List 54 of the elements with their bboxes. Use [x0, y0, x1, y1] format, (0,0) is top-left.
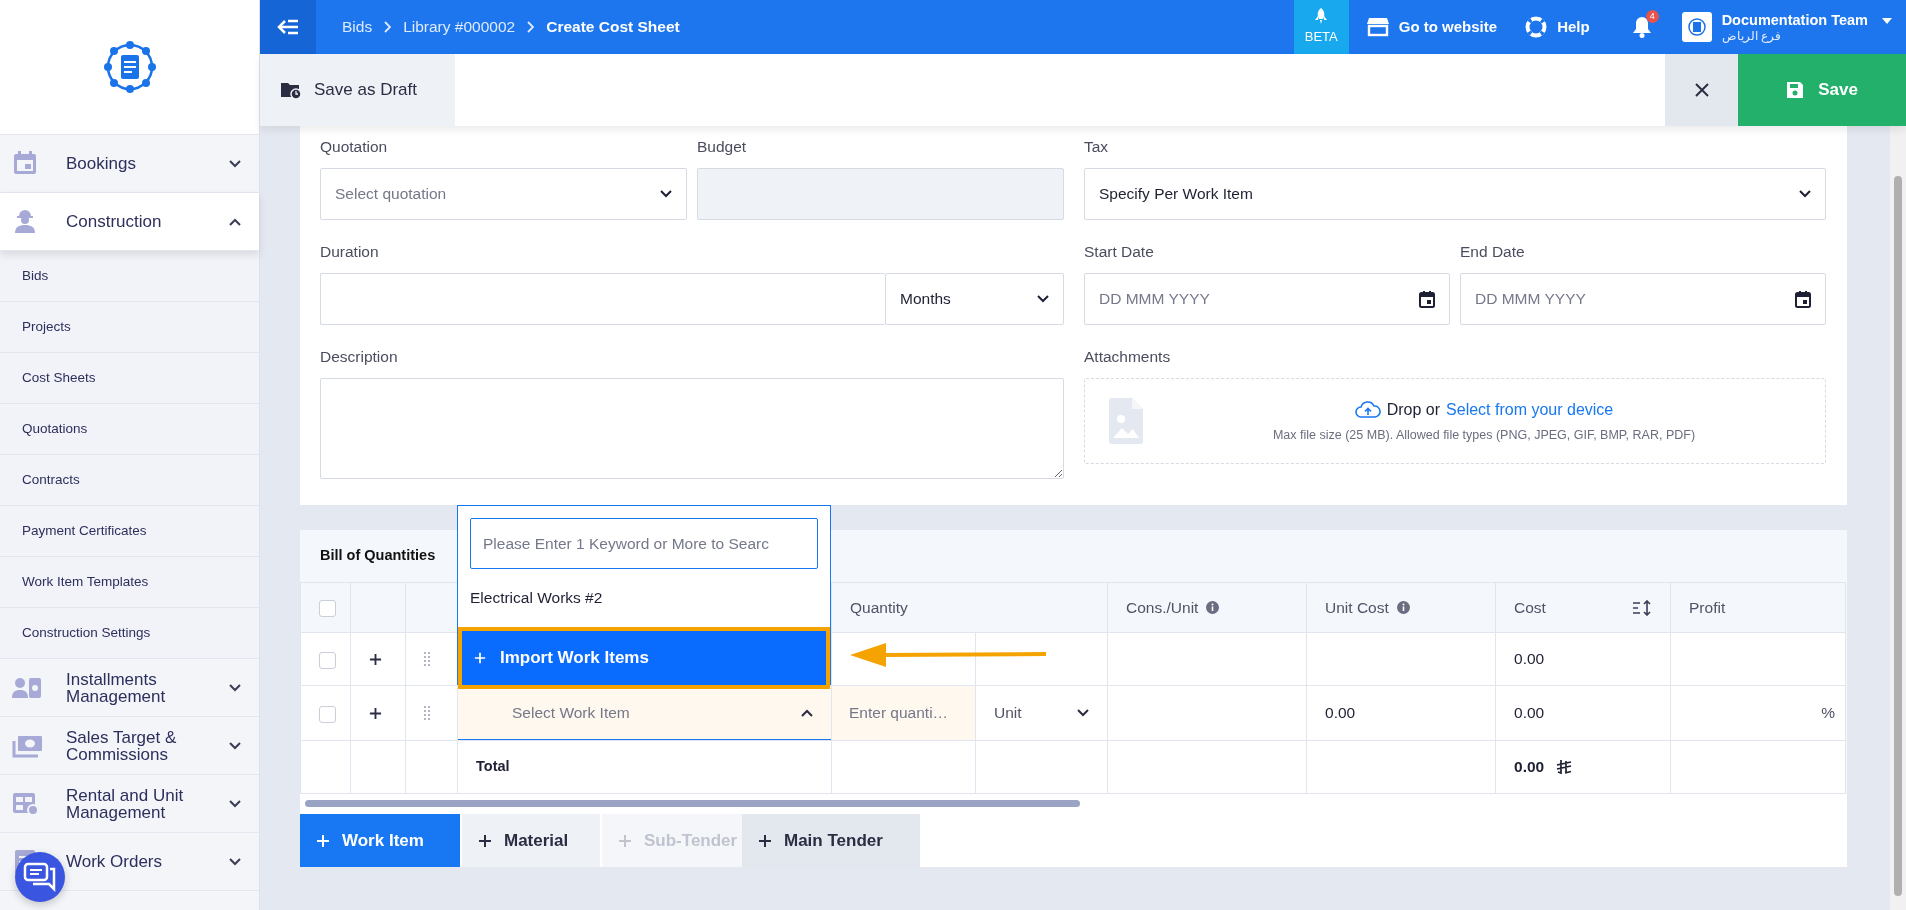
column-header: Profit — [1689, 597, 1726, 618]
drop-prompt: Drop or — [1386, 399, 1441, 420]
sidebar-item[interactable]: Construction — [0, 193, 259, 251]
quantity-field[interactable]: Enter quanti… — [831, 685, 976, 741]
field-label: Tax — [1084, 137, 1110, 157]
search-field[interactable]: Please Enter 1 Keyword or More to Searc — [483, 531, 805, 556]
add-button[interactable]: Work Item — [300, 814, 460, 867]
tax-select[interactable]: Specify Per Work Item — [1084, 168, 1826, 220]
select-file-link[interactable]: Select from your device — [1446, 397, 1614, 422]
branch-name: فرع الرياض — [1721, 28, 1782, 43]
page-title: Create Cost Sheet — [546, 17, 680, 38]
table-cell: 0.00 — [1495, 685, 1671, 741]
field-label: Attachments — [1084, 347, 1172, 367]
header-link[interactable]: Go to website — [1366, 15, 1498, 39]
column-header: Quantity — [850, 597, 908, 618]
total-value: 0.00 — [1514, 757, 1545, 778]
start-date-field[interactable]: DD MMM YYYY — [1099, 287, 1419, 311]
end-date-field[interactable]: DD MMM YYYY — [1475, 287, 1795, 311]
dropdown-option[interactable]: Electrical Works #2 — [470, 569, 818, 627]
field-label: Budget — [697, 137, 748, 157]
start-date-field[interactable]: DD MMM YYYY — [1084, 273, 1450, 325]
end-date-field[interactable]: DD MMM YYYY — [1460, 273, 1826, 325]
save-draft-button[interactable]: Save as Draft — [260, 54, 455, 126]
dropdown-option[interactable]: Import Work Items — [458, 627, 830, 689]
quotation-select[interactable]: Select quotation — [320, 168, 687, 220]
beta-label: BETA — [1304, 28, 1338, 47]
table-cell: 0.00 — [1495, 632, 1671, 686]
column-header: Cost — [1514, 597, 1546, 618]
column-header: Unit Cost — [1325, 597, 1389, 618]
field-label: Description — [320, 347, 399, 367]
breadcrumb-link[interactable]: Bids — [342, 15, 373, 39]
section-title: Bill of Quantities — [320, 546, 436, 566]
file-size-hint: Max file size (25 MB). Allowed file types (PNG, JPEG, GIF, BMP, RAR, PDF) — [1272, 426, 1696, 444]
field-label: Quotation — [320, 137, 389, 157]
field-label: End Date — [1460, 242, 1526, 262]
notification-count: 4 — [1645, 10, 1659, 23]
field-label: Start Date — [1084, 242, 1155, 262]
column-header: Cons./Unit — [1126, 597, 1199, 618]
quantity-field[interactable]: Enter quanti… — [849, 701, 957, 725]
duration-unit-select[interactable]: Months — [885, 273, 1064, 325]
table-cell: 0.00 — [1306, 685, 1496, 741]
user-name[interactable]: Documentation Team — [1721, 11, 1868, 29]
search-field[interactable]: Please Enter 1 Keyword or More to Searc — [470, 518, 818, 569]
sidebar-item[interactable]: Sales Target & Commissions — [0, 717, 259, 775]
sidebar-item[interactable]: Installments Management — [0, 659, 259, 717]
header-link[interactable]: Help — [1525, 15, 1590, 39]
add-button[interactable]: Material — [462, 814, 600, 867]
breadcrumb-link[interactable]: Library #000002 — [403, 15, 516, 39]
sidebar-item[interactable]: Rental and Unit Management — [0, 775, 259, 833]
file-drop-zone[interactable]: Drop or Select from your device Max file size (25 MB). Allowed file types (PNG, JPEG, GIF, BMP, RAR, PDF) — [1084, 378, 1826, 464]
add-button[interactable]: Main Tender — [742, 814, 920, 867]
total-label: Total — [457, 740, 832, 794]
field-label: Duration — [320, 242, 380, 262]
percent-cell: % — [1670, 685, 1846, 741]
